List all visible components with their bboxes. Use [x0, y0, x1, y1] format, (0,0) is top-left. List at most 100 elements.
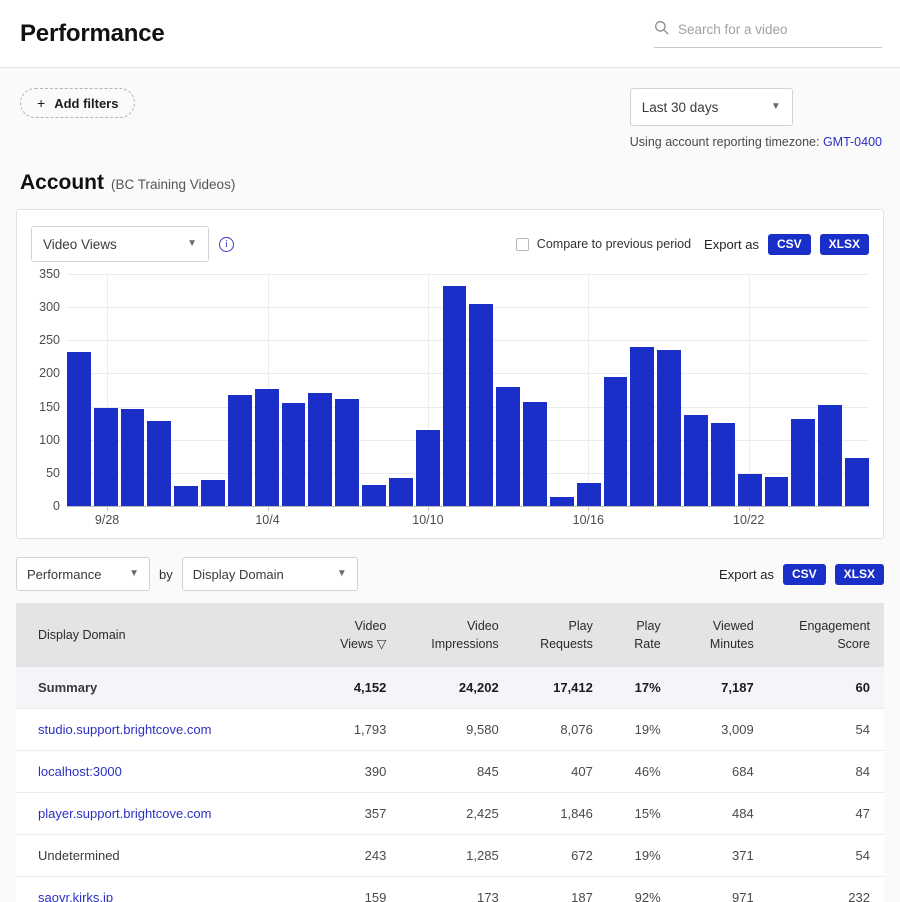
chart-bar[interactable]	[738, 474, 762, 506]
table-cell-video-views: 4,152	[316, 667, 400, 709]
compare-toggle[interactable]: Compare to previous period	[516, 237, 691, 251]
chart-bar[interactable]	[496, 387, 520, 506]
chart-bar[interactable]	[550, 497, 574, 506]
chart-bar[interactable]	[308, 393, 332, 506]
chart-bar[interactable]	[282, 403, 306, 506]
dimension-value: Display Domain	[193, 567, 284, 582]
table-cell-viewed-minutes: 684	[675, 751, 768, 793]
x-axis-tickmark	[268, 506, 269, 511]
chart-bar[interactable]	[362, 485, 386, 506]
chart-bar[interactable]	[577, 483, 601, 506]
bar-chart-xaxis: 9/2810/410/1010/1610/22	[67, 506, 869, 532]
chart-bar[interactable]	[416, 430, 440, 506]
chart-export-xlsx-button[interactable]: XLSX	[820, 234, 869, 255]
chart-bar[interactable]	[94, 408, 118, 506]
chart-export-label: Export as	[704, 237, 759, 252]
account-subtitle: (BC Training Videos)	[111, 177, 235, 192]
chart-bar[interactable]	[255, 389, 279, 506]
dimension-select[interactable]: Display Domain ▼	[182, 557, 358, 591]
chevron-down-icon: ▼	[187, 239, 197, 249]
table-cell-domain: Undetermined	[16, 835, 316, 877]
chart-bar[interactable]	[469, 304, 493, 506]
chart-bar[interactable]	[711, 423, 735, 506]
table-cell-play-rate: 46%	[607, 751, 675, 793]
table-cell-play-requests: 187	[513, 877, 607, 902]
table-cell-engagement-score: 47	[768, 793, 884, 835]
table-column-header[interactable]: Display Domain	[16, 603, 316, 667]
table-column-header[interactable]: Video Impressions	[400, 603, 512, 667]
table-cell-viewed-minutes: 484	[675, 793, 768, 835]
search-input[interactable]	[678, 22, 882, 37]
table-cell-domain: Summary	[16, 667, 316, 709]
table-export-csv-button[interactable]: CSV	[783, 564, 826, 585]
table-cell-domain: saovr.kirks.jp	[16, 877, 316, 902]
chart-bar[interactable]	[791, 419, 815, 506]
info-icon[interactable]: i	[219, 237, 234, 252]
chart-bar[interactable]	[657, 350, 681, 506]
performance-table: Display DomainVideo Views ▽Video Impress…	[16, 603, 884, 902]
chart-export-csv-button[interactable]: CSV	[768, 234, 811, 255]
domain-link[interactable]: player.support.brightcove.com	[38, 806, 211, 821]
chart-bar[interactable]	[523, 402, 547, 506]
table-cell-engagement-score: 54	[768, 835, 884, 877]
chart-bar[interactable]	[765, 477, 789, 506]
chart-bar[interactable]	[121, 409, 145, 506]
table-cell-viewed-minutes: 971	[675, 877, 768, 902]
y-axis-tick-label: 50	[46, 466, 60, 480]
table-cell-video-impressions: 1,285	[400, 835, 512, 877]
chart-bar[interactable]	[335, 399, 359, 506]
x-axis-tickmark	[107, 506, 108, 511]
chart-bar[interactable]	[174, 486, 198, 506]
chart-export-controls: Compare to previous period Export as CSV…	[516, 234, 869, 255]
chart-bar[interactable]	[389, 478, 413, 506]
report-type-select[interactable]: Performance ▼	[16, 557, 150, 591]
chart-bar[interactable]	[443, 286, 467, 506]
chart-bar[interactable]	[201, 480, 225, 507]
table-column-header[interactable]: Engagement Score	[768, 603, 884, 667]
table-cell-video-views: 1,793	[316, 709, 400, 751]
app-header: Performance	[0, 0, 900, 68]
domain-link[interactable]: studio.support.brightcove.com	[38, 722, 211, 737]
table-cell-play-rate: 19%	[607, 835, 675, 877]
table-cell-video-impressions: 9,580	[400, 709, 512, 751]
timezone-note: Using account reporting timezone: GMT-04…	[630, 135, 882, 149]
table-column-header[interactable]: Play Requests	[513, 603, 607, 667]
chart-bar[interactable]	[147, 421, 171, 506]
table-cell-video-views: 159	[316, 877, 400, 902]
compare-checkbox[interactable]	[516, 238, 529, 251]
table-column-header[interactable]: Viewed Minutes	[675, 603, 768, 667]
chart-controls: Video Views ▼ i Compare to previous peri…	[31, 226, 869, 262]
table-cell-play-rate: 19%	[607, 709, 675, 751]
chart-bar[interactable]	[67, 352, 91, 506]
chart-bar[interactable]	[630, 347, 654, 506]
domain-link[interactable]: localhost:3000	[38, 764, 122, 779]
x-axis-tick-label: 9/28	[95, 513, 119, 527]
chart-bar[interactable]	[684, 415, 708, 506]
add-filters-button[interactable]: + Add filters	[20, 88, 135, 118]
timezone-link[interactable]: GMT-0400	[823, 135, 882, 149]
compare-label: Compare to previous period	[537, 237, 691, 251]
by-label: by	[159, 567, 173, 582]
chart-bar[interactable]	[604, 377, 628, 506]
table-column-header[interactable]: Play Rate	[607, 603, 675, 667]
y-axis-tick-label: 100	[39, 433, 60, 447]
date-range-value: Last 30 days	[642, 100, 719, 115]
table-cell-viewed-minutes: 7,187	[675, 667, 768, 709]
table-cell-video-impressions: 2,425	[400, 793, 512, 835]
x-axis-tick-label: 10/4	[255, 513, 279, 527]
table-cell-engagement-score: 232	[768, 877, 884, 902]
search-box[interactable]	[654, 20, 882, 48]
table-export-xlsx-button[interactable]: XLSX	[835, 564, 884, 585]
chart-bar[interactable]	[228, 395, 252, 506]
bar-chart-plot: 050100150200250300350	[67, 274, 869, 506]
table-cell-domain: player.support.brightcove.com	[16, 793, 316, 835]
domain-label: Undetermined	[38, 848, 120, 863]
table-column-header[interactable]: Video Views ▽	[316, 603, 400, 667]
domain-link[interactable]: saovr.kirks.jp	[38, 890, 113, 902]
table-cell-play-rate: 17%	[607, 667, 675, 709]
report-type-value: Performance	[27, 567, 101, 582]
metric-select[interactable]: Video Views ▼	[31, 226, 209, 262]
date-range-select[interactable]: Last 30 days ▼	[630, 88, 793, 126]
chart-bar[interactable]	[845, 458, 869, 506]
chart-bar[interactable]	[818, 405, 842, 506]
